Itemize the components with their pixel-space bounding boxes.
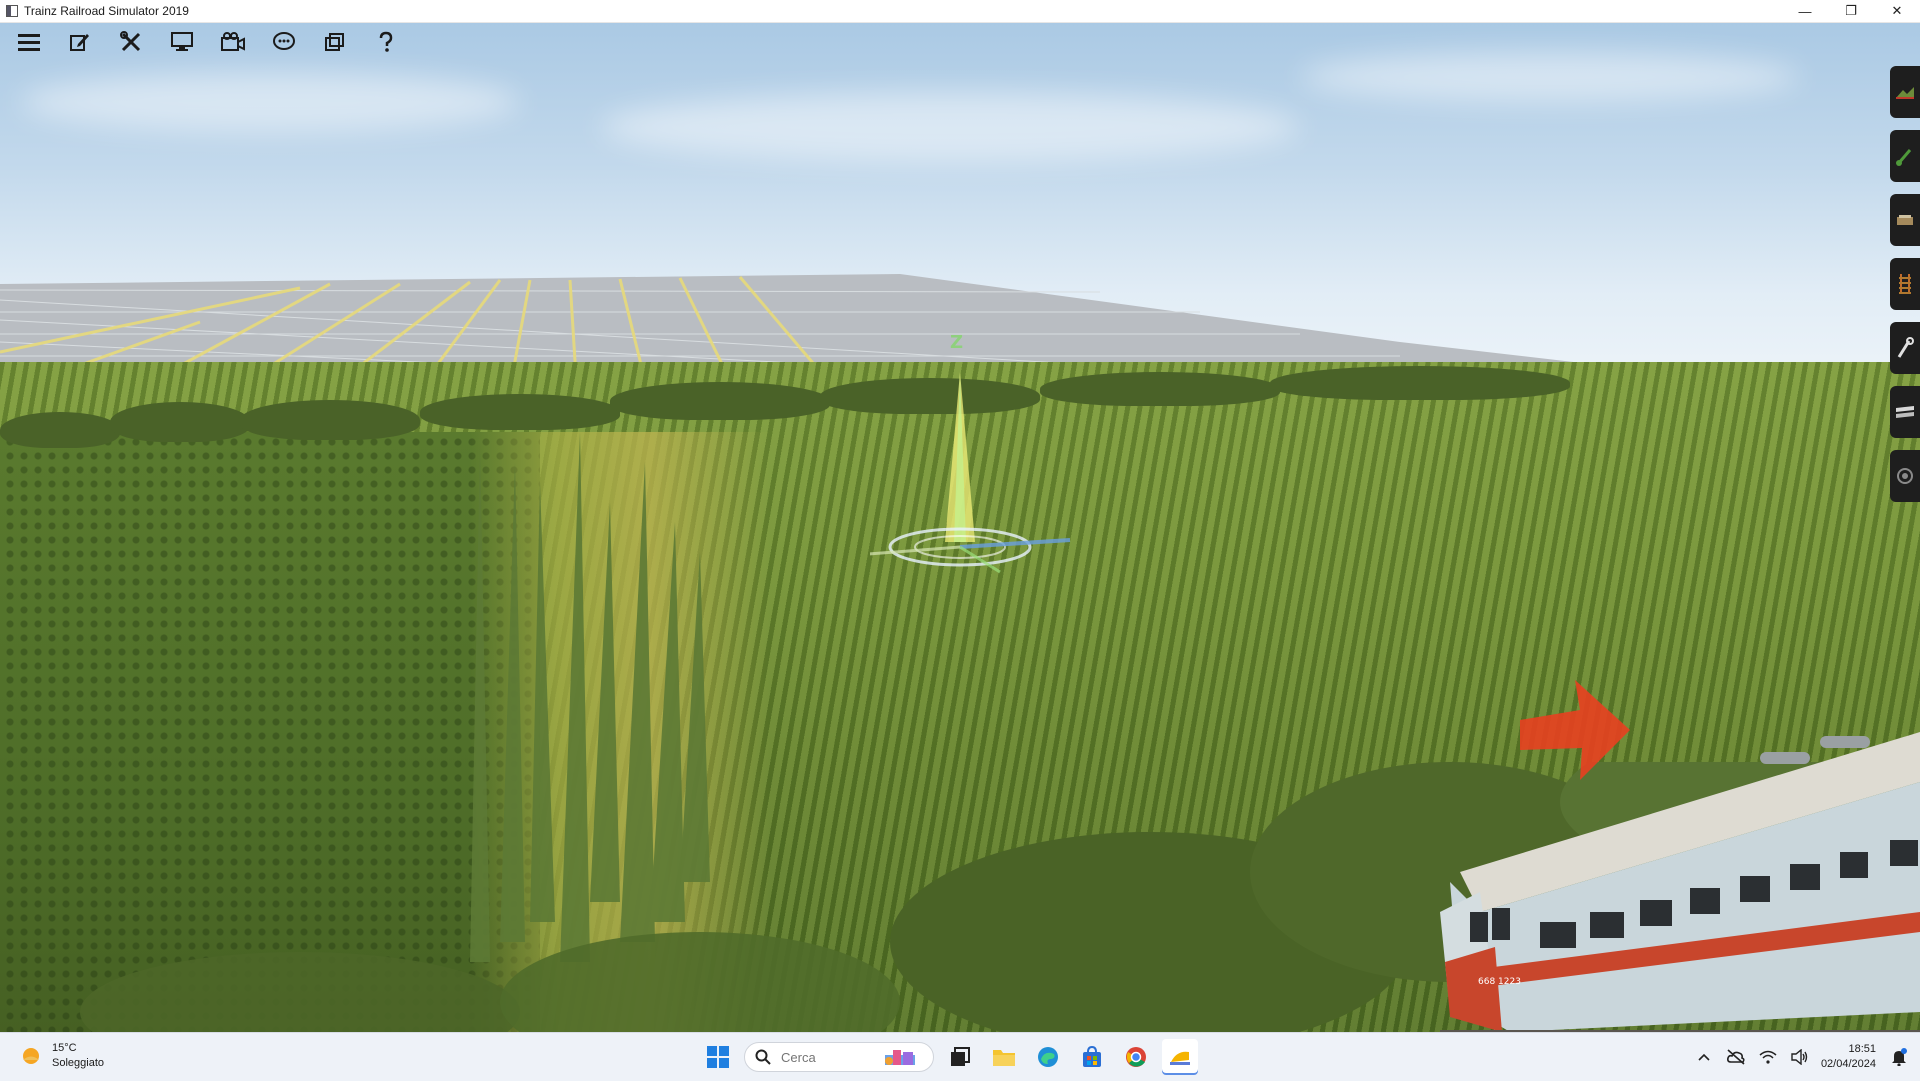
clock-date: 02/04/2024	[1820, 1058, 1876, 1070]
layers-tool-icon[interactable]	[1890, 386, 1920, 438]
file-explorer-icon[interactable]	[986, 1039, 1022, 1075]
3d-viewport[interactable]: Z 668 1223	[0, 22, 1920, 1032]
window-controls: — ❐ ✕	[1782, 0, 1920, 22]
editor-toolbar	[10, 28, 418, 56]
clock-time: 18:51	[1848, 1043, 1876, 1055]
edit-icon[interactable]	[61, 28, 99, 56]
trackside-tool-icon[interactable]	[1890, 322, 1920, 374]
train-number: 668 1223	[1478, 977, 1521, 987]
train-railcar[interactable]: 668 1223	[1440, 712, 1920, 1032]
windows-icon[interactable]	[316, 28, 354, 56]
tool-palette	[1890, 66, 1920, 514]
help-icon[interactable]	[367, 28, 405, 56]
terrain-tool-icon[interactable]	[1890, 66, 1920, 118]
start-button[interactable]	[700, 1039, 736, 1075]
taskbar: 15°C Soleggiato Cerca 18:51 02/04/2024	[0, 1032, 1920, 1081]
close-button[interactable]: ✕	[1874, 0, 1920, 22]
edge-icon[interactable]	[1030, 1039, 1066, 1075]
camera-icon[interactable]	[214, 28, 252, 56]
wifi-icon[interactable]	[1757, 1046, 1779, 1068]
minimize-button[interactable]: —	[1782, 0, 1828, 22]
restore-button[interactable]: ❐	[1828, 0, 1874, 22]
windows-logo-icon	[707, 1046, 729, 1068]
clock[interactable]: 18:51 02/04/2024	[1821, 1042, 1876, 1072]
transform-gizmo[interactable]: Z	[870, 332, 1090, 592]
cloud-sync-off-icon[interactable]	[1725, 1046, 1747, 1068]
chevron-up-icon[interactable]	[1693, 1046, 1715, 1068]
weather-widget[interactable]: 15°C Soleggiato	[20, 1041, 104, 1071]
taskbar-apps	[700, 1039, 1206, 1075]
taskbar-search[interactable]	[744, 1042, 934, 1072]
track-tool-icon[interactable]	[1890, 258, 1920, 310]
notification-bell-icon[interactable]	[1888, 1046, 1910, 1068]
search-highlight-icon	[885, 1050, 915, 1065]
search-icon	[755, 1049, 771, 1065]
window-title: Trainz Railroad Simulator 2019	[24, 4, 189, 18]
objects-tool-icon[interactable]	[1890, 194, 1920, 246]
volume-icon[interactable]	[1789, 1046, 1811, 1068]
title-bar: Trainz Railroad Simulator 2019 — ❐ ✕	[0, 0, 1920, 23]
display-icon[interactable]	[163, 28, 201, 56]
paint-tool-icon[interactable]	[1890, 130, 1920, 182]
store-icon[interactable]	[1074, 1039, 1110, 1075]
task-view-icon[interactable]	[942, 1039, 978, 1075]
menu-icon[interactable]	[10, 28, 48, 56]
chat-icon[interactable]	[265, 28, 303, 56]
weather-condition: Soleggiato	[52, 1057, 104, 1069]
weather-temperature: 15°C	[52, 1042, 77, 1054]
trainz-app-icon[interactable]	[1162, 1039, 1198, 1075]
chrome-icon[interactable]	[1118, 1039, 1154, 1075]
sun-icon	[23, 1048, 39, 1064]
system-tray: 18:51 02/04/2024	[1693, 1033, 1920, 1081]
settings-tool-icon[interactable]	[1890, 450, 1920, 502]
tools-icon[interactable]	[112, 28, 150, 56]
app-icon	[6, 5, 18, 17]
